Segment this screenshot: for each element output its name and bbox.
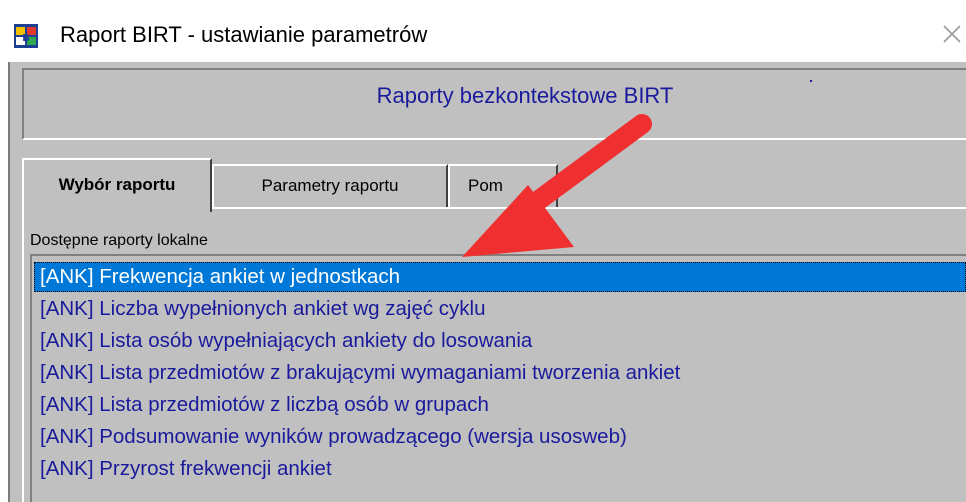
tab-label: Pom: [468, 176, 503, 195]
list-item[interactable]: [ANK] Lista osób wypełniających ankiety …: [34, 326, 966, 356]
tab-report-parameters[interactable]: Parametry raportu: [212, 164, 448, 208]
tab-help[interactable]: Pom: [448, 164, 558, 208]
header-title: Raporty bezkontekstowe BIRT: [376, 83, 674, 108]
header-panel: Raporty bezkontekstowe BIRT: [22, 68, 966, 140]
tab-report-selection[interactable]: Wybór raportu: [22, 158, 212, 212]
birt-app-icon: B: [14, 24, 38, 48]
list-item[interactable]: [ANK] Lista przedmiotów z liczbą osób w …: [34, 390, 966, 420]
svg-text:B: B: [22, 33, 30, 44]
title-bar: B Raport BIRT - ustawianie parametrów: [0, 0, 966, 62]
list-item[interactable]: [ANK] Przyrost frekwencji ankiet: [34, 454, 966, 484]
list-item[interactable]: [ANK] Lista przedmiotów z brakującymi wy…: [34, 358, 966, 388]
report-list-label: Dostępne raporty lokalne: [30, 232, 208, 249]
list-item[interactable]: [ANK] Podsumowanie wyników prowadzącego …: [34, 422, 966, 452]
decorative-dot: [810, 80, 812, 82]
window-title: Raport BIRT - ustawianie parametrów: [60, 22, 428, 47]
window-left-border: [8, 62, 10, 502]
tab-label: Parametry raportu: [261, 176, 399, 195]
close-icon[interactable]: [938, 16, 966, 48]
tab-label: Wybór raportu: [58, 175, 176, 194]
report-list[interactable]: [ANK] Frekwencja ankiet w jednostkach [A…: [30, 254, 966, 502]
list-item[interactable]: [ANK] Frekwencja ankiet w jednostkach: [34, 262, 966, 292]
list-item[interactable]: [ANK] Liczba wypełnionych ankiet wg zaję…: [34, 294, 966, 324]
